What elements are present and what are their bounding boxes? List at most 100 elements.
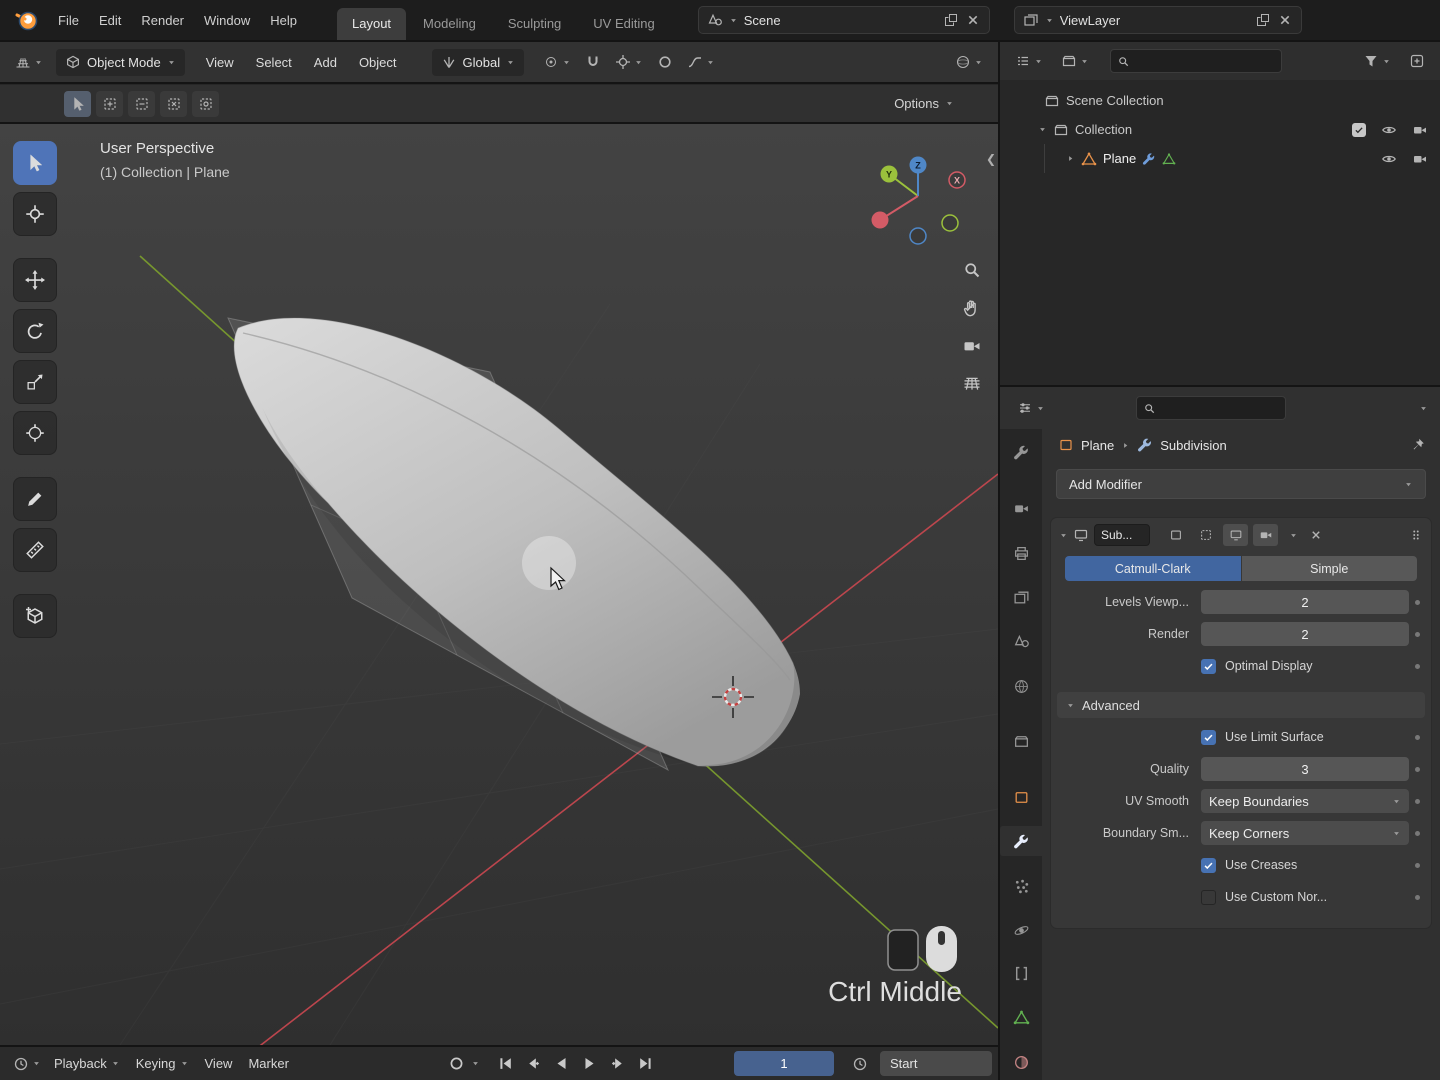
tab-physics[interactable] xyxy=(1000,915,1042,945)
render-levels-field[interactable]: 2 xyxy=(1201,622,1409,646)
new-scene-copy-icon[interactable] xyxy=(943,12,959,28)
tool-measure[interactable] xyxy=(13,528,57,572)
select-mode-set-button[interactable] xyxy=(64,91,91,117)
proportional-falloff-button[interactable] xyxy=(682,50,720,74)
current-frame-field[interactable]: 1 xyxy=(734,1051,834,1076)
tool-select-box[interactable] xyxy=(13,141,57,185)
gizmo-axis-x[interactable]: X xyxy=(949,172,965,188)
viewport-canvas[interactable]: User Perspective (1) Collection | Plane … xyxy=(0,124,998,1045)
menu-add[interactable]: Add xyxy=(305,50,346,75)
select-mode-extend-button[interactable] xyxy=(96,91,123,117)
pin-icon[interactable] xyxy=(1410,437,1426,453)
advanced-subpanel-header[interactable]: Advanced xyxy=(1057,692,1425,718)
tab-material[interactable] xyxy=(1000,1047,1042,1077)
viewlayer-close-icon[interactable] xyxy=(1277,12,1293,28)
menu-select[interactable]: Select xyxy=(247,50,301,75)
tab-layout[interactable]: Layout xyxy=(337,8,406,40)
use-creases-checkbox[interactable] xyxy=(1201,858,1216,873)
prev-keyframe-button[interactable] xyxy=(520,1052,546,1076)
tab-collection[interactable] xyxy=(1000,726,1042,756)
tab-view-layer[interactable] xyxy=(1000,582,1042,612)
select-mode-intersect-button[interactable] xyxy=(192,91,219,117)
simple-button[interactable]: Simple xyxy=(1242,556,1418,581)
collection-checkbox[interactable] xyxy=(1352,123,1366,137)
play-reverse-button[interactable] xyxy=(548,1052,574,1076)
transform-orientation-dropdown[interactable]: Global xyxy=(432,49,525,76)
new-viewlayer-copy-icon[interactable] xyxy=(1255,12,1271,28)
disclosure-down-icon[interactable] xyxy=(1038,125,1047,134)
tab-scene[interactable] xyxy=(1000,626,1042,656)
tab-particles[interactable] xyxy=(1000,871,1042,901)
tab-constraints[interactable] xyxy=(1000,958,1042,988)
animate-decorator[interactable] xyxy=(1415,767,1420,772)
pivot-point-button[interactable] xyxy=(538,50,576,74)
tab-sculpting[interactable]: Sculpting xyxy=(493,8,576,40)
tool-annotate[interactable] xyxy=(13,477,57,521)
tool-add-cube[interactable] xyxy=(13,594,57,638)
levels-viewport-field[interactable]: 2 xyxy=(1201,590,1409,614)
keying-menu[interactable]: Keying xyxy=(128,1052,197,1075)
animate-decorator[interactable] xyxy=(1415,664,1420,669)
select-mode-invert-button[interactable] xyxy=(160,91,187,117)
hide-eye-icon[interactable] xyxy=(1381,151,1397,167)
tab-modeling[interactable]: Modeling xyxy=(408,8,491,40)
render-toggle[interactable] xyxy=(1253,524,1278,546)
tab-object-data[interactable] xyxy=(1000,1002,1042,1032)
frame-start-field[interactable]: Start xyxy=(880,1051,992,1076)
properties-options-chevron[interactable] xyxy=(1419,404,1428,413)
blender-logo[interactable] xyxy=(14,7,40,33)
marker-menu[interactable]: Marker xyxy=(240,1052,296,1075)
mode-dropdown[interactable]: Object Mode xyxy=(56,49,185,76)
breadcrumb-object[interactable]: Plane xyxy=(1081,438,1114,453)
modifier-name-field[interactable]: Sub... xyxy=(1094,524,1150,546)
tool-rotate[interactable] xyxy=(13,309,57,353)
sidebar-collapse-arrow[interactable]: ❮ xyxy=(986,152,996,166)
outliner-search-input[interactable] xyxy=(1110,49,1282,73)
chevron-down-icon[interactable] xyxy=(471,1059,480,1068)
zoom-icon[interactable] xyxy=(962,260,982,280)
outliner-row-plane[interactable]: Plane xyxy=(1000,144,1440,173)
tab-render[interactable] xyxy=(1000,493,1042,523)
outliner-row-scene-collection[interactable]: Scene Collection xyxy=(1000,86,1440,115)
view-menu[interactable]: View xyxy=(197,1052,241,1075)
use-custom-normals-checkbox[interactable] xyxy=(1201,890,1216,905)
menu-window[interactable]: Window xyxy=(194,8,260,33)
properties-editor-type-button[interactable] xyxy=(1012,396,1050,420)
playback-clock-icon[interactable] xyxy=(852,1056,868,1072)
animate-decorator[interactable] xyxy=(1415,863,1420,868)
modifier-wrench-icon[interactable] xyxy=(1142,152,1156,166)
proportional-edit-button[interactable] xyxy=(652,50,678,74)
tab-uv-editing[interactable]: UV Editing xyxy=(578,8,669,40)
modifier-extras-chevron[interactable] xyxy=(1289,531,1298,540)
cage-toggle[interactable] xyxy=(1193,524,1218,546)
render-visibility-camera-icon[interactable] xyxy=(1412,122,1428,138)
menu-edit[interactable]: Edit xyxy=(89,8,131,33)
properties-search-input[interactable] xyxy=(1136,396,1286,420)
uv-smooth-dropdown[interactable]: Keep Boundaries xyxy=(1201,789,1409,813)
tool-move[interactable] xyxy=(13,258,57,302)
catmull-clark-button[interactable]: Catmull-Clark xyxy=(1065,556,1241,581)
tab-modifiers[interactable] xyxy=(1000,826,1042,856)
pan-hand-icon[interactable] xyxy=(962,298,982,318)
options-dropdown[interactable]: Options xyxy=(894,96,984,111)
render-visibility-camera-icon[interactable] xyxy=(1412,151,1428,167)
play-button[interactable] xyxy=(576,1052,602,1076)
snap-settings-button[interactable] xyxy=(610,50,648,74)
quality-field[interactable]: 3 xyxy=(1201,757,1409,781)
hide-eye-icon[interactable] xyxy=(1381,122,1397,138)
camera-view-icon[interactable] xyxy=(962,336,982,356)
menu-file[interactable]: File xyxy=(48,8,89,33)
shading-dropdown[interactable] xyxy=(950,50,988,74)
scene-selector[interactable]: Scene xyxy=(698,6,990,34)
viewlayer-selector[interactable]: ViewLayer xyxy=(1014,6,1302,34)
jump-to-end-button[interactable] xyxy=(632,1052,658,1076)
tab-world[interactable] xyxy=(1000,671,1042,701)
disclosure-right-icon[interactable] xyxy=(1066,154,1075,163)
edit-mode-toggle[interactable] xyxy=(1163,524,1188,546)
animate-decorator[interactable] xyxy=(1415,895,1420,900)
gizmo-axis-x-neg[interactable] xyxy=(872,212,889,229)
menu-help[interactable]: Help xyxy=(260,8,307,33)
tool-scale[interactable] xyxy=(13,360,57,404)
tab-object[interactable] xyxy=(1000,782,1042,812)
outliner-editor-type-button[interactable] xyxy=(1010,49,1048,73)
